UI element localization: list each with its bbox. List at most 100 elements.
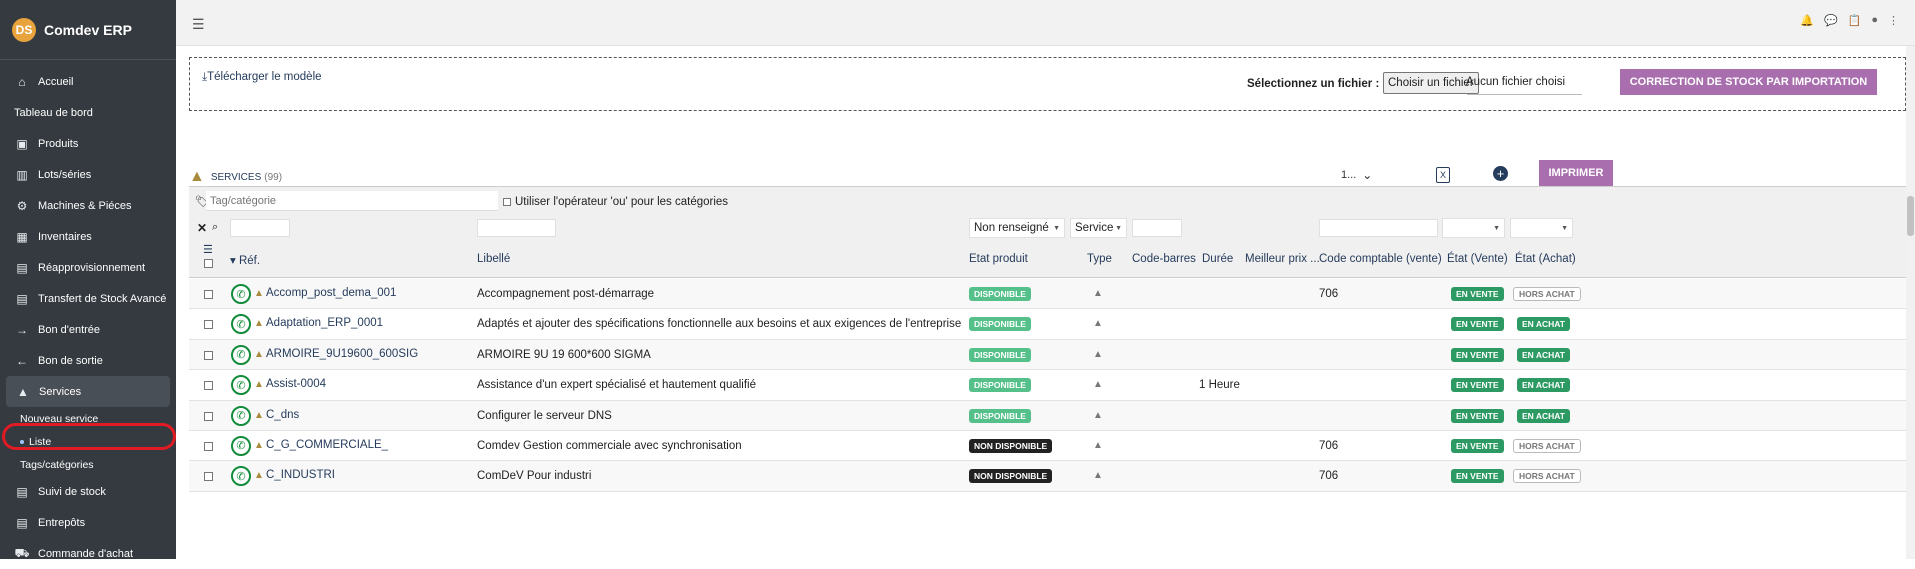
list-icon[interactable]: ☰ <box>203 243 213 256</box>
col-etat-produit[interactable]: Etat produit <box>969 253 1028 265</box>
sidebar-item-accueil[interactable]: ⌂ Accueil <box>0 66 176 97</box>
col-code-barres[interactable]: Code-barres <box>1132 253 1196 265</box>
sidebar-item-label: Bon de sortie <box>38 354 103 367</box>
hamburger-icon[interactable]: ☰ <box>192 16 205 33</box>
bell-icon: ▲ <box>254 409 264 421</box>
excel-export-icon[interactable]: X <box>1436 167 1450 183</box>
col-type[interactable]: Type <box>1087 253 1112 265</box>
whatsapp-icon[interactable]: ✆ <box>231 435 251 456</box>
sidebar-item-bon-sortie[interactable]: ← Bon de sortie <box>0 345 176 376</box>
achat-badge: EN ACHAT <box>1517 378 1570 393</box>
col-libelle[interactable]: Libellé <box>477 253 510 265</box>
page-select-value: 1... <box>1341 169 1357 181</box>
sidebar-item-reapprovisionnement[interactable]: ▤ Réapprovisionnement <box>0 252 176 283</box>
col-etat-vente[interactable]: État (Vente) <box>1447 253 1508 265</box>
sidebar-item-services[interactable]: ▲ Services <box>6 376 170 407</box>
brand[interactable]: DS Comdev ERP <box>0 0 176 60</box>
label-filter-input[interactable] <box>477 219 556 237</box>
ref-link[interactable]: ARMOIRE_9U19600_600SIG <box>266 348 418 360</box>
home-icon: ⌂ <box>18 74 26 89</box>
or-operator-checkbox[interactable]: Utiliser l'opérateur 'ou' pour les catég… <box>503 196 728 208</box>
sidebar-item-entrepots[interactable]: ▤ Entrepôts <box>0 507 176 538</box>
sidebar-item-bon-entree[interactable]: → Bon d'entrée <box>0 314 176 345</box>
chat-icon[interactable]: 💬 <box>1824 14 1838 27</box>
row-checkbox[interactable] <box>204 290 213 299</box>
import-button[interactable]: CORRECTION DE STOCK PAR IMPORTATION <box>1620 69 1877 95</box>
avatar[interactable]: ● <box>1871 14 1878 27</box>
col-ref[interactable]: ▾ Réf. <box>230 253 260 267</box>
tag-input[interactable] <box>206 191 498 211</box>
sidebar-subitem-liste[interactable]: Liste <box>0 430 176 453</box>
table-body: ✆ ▲ Accomp_post_dema_001 Accompagnement … <box>189 279 1906 492</box>
page-select[interactable]: 1... ⌄ <box>1341 168 1372 182</box>
type-filter-select[interactable]: Service ▼ <box>1070 218 1127 238</box>
whatsapp-icon[interactable]: ✆ <box>231 344 251 365</box>
whatsapp-icon[interactable]: ✆ <box>231 405 251 426</box>
col-etat-achat[interactable]: État (Achat) <box>1515 253 1576 265</box>
barcode-filter-input[interactable] <box>1132 219 1182 237</box>
warehouse-icon: ▤ <box>16 484 28 499</box>
row-checkbox[interactable] <box>204 472 213 482</box>
row-checkbox[interactable] <box>204 381 213 391</box>
sidebar-item-commande-achat[interactable]: ⛟ Commande d'achat <box>0 538 176 569</box>
bell-icon: ▲ <box>1093 379 1103 391</box>
bell-icon: ▲ <box>1093 470 1103 482</box>
whatsapp-icon[interactable]: ✆ <box>231 284 251 304</box>
col-meilleur-prix[interactable]: Meilleur prix ... <box>1245 253 1320 265</box>
whatsapp-icon[interactable]: ✆ <box>231 466 251 487</box>
sidebar-item-suivi-stock[interactable]: ▤ Suivi de stock <box>0 476 176 507</box>
code-filter-input[interactable] <box>1319 219 1438 237</box>
ref-link[interactable]: Assist-0004 <box>266 378 326 390</box>
sidebar-item-inventaires[interactable]: ▦ Inventaires <box>0 221 176 252</box>
ref-link[interactable]: C_INDUSTRI <box>266 469 335 481</box>
etat-filter-select[interactable]: Non renseigné ▼ <box>969 218 1065 238</box>
bell-icon: ▲ <box>1093 348 1103 360</box>
row-checkbox[interactable] <box>204 411 213 421</box>
close-icon[interactable]: ✕ <box>197 221 207 235</box>
add-icon[interactable]: + <box>1493 166 1508 181</box>
sidebar-item-produits[interactable]: ▣ Produits <box>0 128 176 159</box>
print-button[interactable]: IMPRIMER <box>1539 160 1613 186</box>
achat-filter-select[interactable]: ▼ <box>1510 218 1573 238</box>
ref-link[interactable]: C_dns <box>266 409 299 421</box>
achat-badge: EN ACHAT <box>1517 408 1570 423</box>
row-checkbox[interactable] <box>204 350 213 360</box>
whatsapp-icon[interactable]: ✆ <box>231 375 251 396</box>
bell-icon: ▲ <box>1093 288 1103 299</box>
select-all-checkbox[interactable] <box>204 259 213 268</box>
scrollbar-thumb[interactable] <box>1907 196 1914 236</box>
col-duree[interactable]: Durée <box>1202 253 1233 265</box>
sidebar-item-transfert[interactable]: ▤ Transfert de Stock Avancé <box>0 283 176 314</box>
sidebar-item-lots-series[interactable]: ▥ Lots/séries <box>0 159 176 190</box>
row-checkbox[interactable] <box>204 320 213 330</box>
sidebar-subitem-tags[interactable]: Tags/catégories <box>0 453 176 476</box>
page-scrollbar[interactable] <box>1906 46 1915 559</box>
whatsapp-icon[interactable]: ✆ <box>231 314 251 335</box>
search-icon[interactable]: ⌕ <box>212 221 218 234</box>
ref-link[interactable]: Adaptation_ERP_0001 <box>266 317 383 329</box>
menu-dots-icon[interactable]: ⋮ <box>1888 14 1899 27</box>
clipboard-icon[interactable]: 📋 <box>1848 14 1862 27</box>
ref-link[interactable]: Accomp_post_dema_001 <box>266 287 396 299</box>
choose-file-button[interactable]: Choisir un fichier <box>1383 72 1479 94</box>
bell-icon[interactable]: 🔔 <box>1800 14 1814 27</box>
bell-icon: ▲ <box>1093 409 1103 421</box>
row-checkbox[interactable] <box>204 441 213 451</box>
ref-filter-input[interactable] <box>230 219 290 237</box>
list-title: ▲ SERVICES (99) <box>189 168 282 186</box>
download-template-link[interactable]: ⤓Télécharger le modèle <box>202 71 322 84</box>
sidebar-item-label: Machines & Piéces <box>38 199 132 212</box>
sidebar-item-machines[interactable]: ⚙ Machines & Piéces <box>0 190 176 221</box>
sidebar-item-tableau-de-bord[interactable]: Tableau de bord <box>0 97 176 128</box>
achat-badge: HORS ACHAT <box>1513 287 1581 301</box>
topbar: ☰ 🔔 💬 📋 ● ⋮ <box>176 0 1915 46</box>
checkbox[interactable] <box>503 198 511 206</box>
status-badge: DISPONIBLE <box>969 378 1031 393</box>
vente-filter-select[interactable]: ▼ <box>1442 218 1505 238</box>
vente-badge: EN VENTE <box>1451 469 1504 484</box>
col-code-comptable[interactable]: Code comptable (vente) <box>1319 253 1442 265</box>
chevron-down-icon: ⌄ <box>1362 168 1373 182</box>
sidebar-subitem-nouveau-service[interactable]: Nouveau service <box>0 407 176 430</box>
ref-link[interactable]: C_G_COMMERCIALE_ <box>266 439 388 451</box>
arrow-right-icon: → <box>16 322 28 337</box>
